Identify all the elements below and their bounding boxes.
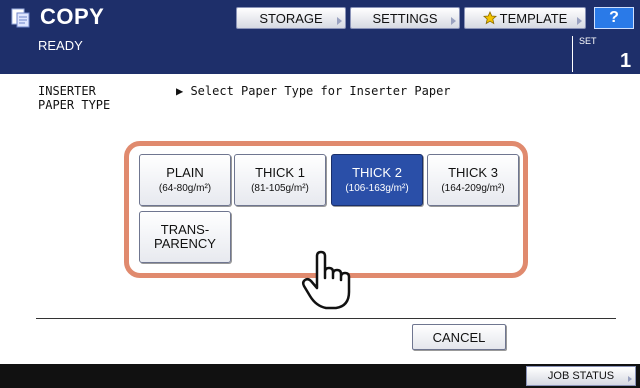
help-button[interactable]: ? <box>594 7 634 29</box>
settings-button[interactable]: SETTINGS <box>350 7 460 29</box>
instruction-text: ▶ Select Paper Type for Inserter Paper <box>176 84 451 98</box>
chevron-right-icon <box>577 17 582 25</box>
template-button-label: TEMPLATE <box>499 10 568 26</box>
job-status-label: JOB STATUS <box>547 370 615 382</box>
paper-type-weight: (164-209g/m²) <box>441 183 505 194</box>
storage-button[interactable]: STORAGE <box>236 7 346 29</box>
paper-type-thick3-button[interactable]: THICK 3 (164-209g/m²) <box>427 154 519 206</box>
star-icon <box>482 11 497 25</box>
storage-button-label: STORAGE <box>259 10 323 26</box>
cancel-button[interactable]: CANCEL <box>412 324 506 350</box>
paper-type-name: PLAIN <box>166 165 204 180</box>
paper-type-name: THICK 2 <box>352 165 402 180</box>
paper-type-plain-button[interactable]: PLAIN (64-80g/m²) <box>139 154 231 206</box>
paper-type-weight: (81-105g/m²) <box>251 183 309 194</box>
app-title: COPY <box>40 4 105 29</box>
copy-screen: COPY STORAGE SETTINGS TEMPLATE ? READY S… <box>0 0 640 388</box>
job-status-button[interactable]: JOB STATUS <box>526 366 636 386</box>
help-button-label: ? <box>609 9 619 26</box>
set-divider <box>572 36 573 72</box>
section-label-line1: INSERTER <box>38 84 96 98</box>
settings-button-label: SETTINGS <box>372 10 438 26</box>
chevron-right-icon <box>628 376 632 382</box>
set-label: SET <box>579 36 597 46</box>
paper-type-thick1-button[interactable]: THICK 1 (81-105g/m²) <box>234 154 326 206</box>
hand-pointer-icon <box>301 250 351 310</box>
paper-type-weight: (64-80g/m²) <box>158 183 212 194</box>
cancel-button-label: CANCEL <box>432 329 486 345</box>
section-label: INSERTER PAPER TYPE <box>38 84 158 112</box>
paper-type-name: THICK 1 <box>255 165 305 180</box>
copy-icon <box>11 8 30 28</box>
paper-type-transparency-button[interactable]: TRANS- PARENCY <box>139 211 231 263</box>
paper-type-name-line2: PARENCY <box>154 236 216 251</box>
machine-status: READY <box>38 38 83 53</box>
paper-type-weight: (106-163g/m²) <box>345 183 409 194</box>
paper-type-name-line1: TRANS- <box>160 222 210 237</box>
section-label-line2: PAPER TYPE <box>38 98 111 112</box>
set-count: 1 <box>620 50 632 72</box>
paper-type-thick2-button[interactable]: THICK 2 (106-163g/m²) <box>331 154 423 206</box>
chevron-right-icon <box>337 17 342 25</box>
divider <box>36 318 616 319</box>
template-button[interactable]: TEMPLATE <box>464 7 586 29</box>
chevron-right-icon <box>451 17 456 25</box>
paper-type-name: THICK 3 <box>448 165 498 180</box>
